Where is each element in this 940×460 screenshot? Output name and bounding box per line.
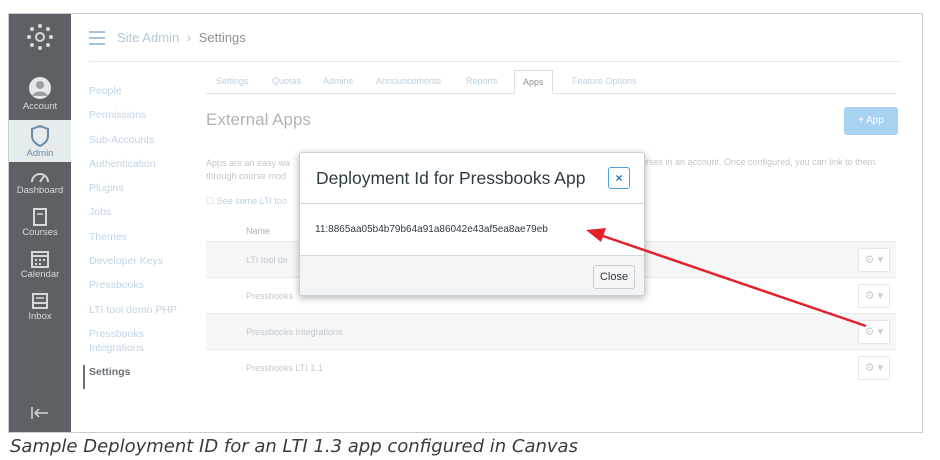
nav-inbox[interactable]: Inbox	[9, 292, 71, 328]
tab-admins[interactable]: Admins	[323, 76, 353, 86]
app-name: Pressbooks Integrations	[246, 327, 343, 337]
tab-feature-options[interactable]: Feature Options	[572, 76, 637, 86]
breadcrumb-current: Settings	[198, 30, 246, 45]
close-button[interactable]: Close	[593, 265, 635, 289]
nav-admin-label: Admin	[26, 148, 54, 159]
nav-calendar[interactable]: Calendar	[9, 250, 71, 286]
nav-account-label: Account	[22, 101, 58, 112]
name-column-header: Name	[246, 226, 271, 236]
subnav-people[interactable]: People	[89, 84, 189, 108]
shield-icon	[31, 125, 49, 147]
modal-close-x-button[interactable]: ×	[608, 167, 630, 189]
canvas-logo-icon	[27, 24, 53, 50]
gear-icon: ⚙ ▾	[864, 326, 884, 338]
gear-icon: ⚙ ▾	[864, 362, 884, 374]
see-some-label: See some LTI too	[216, 196, 287, 206]
tab-quotas[interactable]: Quotas	[272, 76, 301, 86]
nav-calendar-label: Calendar	[20, 269, 60, 280]
description-right: urses in an account. Once configured, yo…	[641, 157, 876, 167]
breadcrumb-site-admin[interactable]: Site Admin	[117, 30, 179, 45]
breadcrumb-bar: Site Admin › Settings	[89, 14, 902, 62]
hamburger-icon[interactable]	[89, 31, 105, 45]
gear-menu-button[interactable]: ⚙ ▾	[858, 248, 890, 272]
global-nav: Account Admin Dashboard Courses Calendar…	[9, 14, 71, 432]
subnav-authentication[interactable]: Authentication	[89, 157, 189, 181]
add-app-button[interactable]: + App	[844, 107, 898, 135]
nav-courses-label: Courses	[22, 227, 58, 238]
subnav-pressbooks-integrations[interactable]: Pressbooks Integrations	[89, 327, 159, 365]
gear-icon: ⚙ ▾	[864, 290, 884, 302]
settings-tabs: Settings Quotas Admins Announcements Rep…	[206, 70, 896, 94]
see-some-lti-tools-link[interactable]: ☐ See some LTI too	[206, 196, 287, 207]
subnav-sub-accounts[interactable]: Sub-Accounts	[89, 133, 189, 157]
table-row: Pressbooks LTI 1.1 ⚙ ▾	[206, 349, 896, 385]
tab-settings[interactable]: Settings	[216, 76, 249, 86]
nav-dashboard-label: Dashboard	[16, 185, 64, 196]
app-name: Pressbooks	[246, 291, 294, 301]
book-icon	[33, 208, 47, 226]
inbox-icon	[32, 293, 48, 309]
account-subnav: People Permissions Sub-Accounts Authenti…	[83, 84, 189, 390]
external-link-icon: ☐	[206, 196, 217, 206]
figure-caption: Sample Deployment ID for an LTI 1.3 app …	[10, 436, 578, 457]
modal-divider	[300, 203, 644, 204]
gear-icon: ⚙ ▾	[864, 254, 884, 266]
collapse-nav-button[interactable]	[9, 406, 71, 426]
subnav-themes[interactable]: Themes	[89, 230, 189, 254]
nav-inbox-label: Inbox	[28, 311, 52, 322]
gear-menu-button[interactable]: ⚙ ▾	[858, 284, 890, 308]
app-name: Pressbooks LTI 1.1	[246, 363, 323, 373]
subnav-plugins[interactable]: Plugins	[89, 181, 189, 205]
subnav-permissions[interactable]: Permissions	[89, 108, 189, 132]
nav-dashboard[interactable]: Dashboard	[9, 168, 71, 204]
breadcrumb: Site Admin › Settings	[117, 30, 246, 45]
account-icon	[29, 77, 51, 99]
deployment-id-modal: Deployment Id for Pressbooks App × 11:88…	[299, 152, 645, 296]
nav-courses[interactable]: Courses	[9, 208, 71, 244]
collapse-icon	[31, 407, 48, 419]
modal-footer: Close	[300, 255, 644, 295]
app-name: LTI tool de	[246, 255, 288, 265]
breadcrumb-separator: ›	[186, 30, 192, 45]
external-apps-title: External Apps	[206, 110, 311, 129]
subnav-developer-keys[interactable]: Developer Keys	[89, 254, 189, 278]
dashboard-icon	[31, 173, 49, 183]
subnav-jobs[interactable]: Jobs	[89, 205, 189, 229]
calendar-icon	[31, 251, 49, 268]
table-row: Pressbooks Integrations ⚙ ▾	[206, 313, 896, 349]
subnav-settings[interactable]: Settings	[83, 364, 189, 390]
deployment-id-value: 11:8865aa05b4b79b64a91a86042e43af5ea8ae7…	[315, 224, 548, 235]
gear-menu-button[interactable]: ⚙ ▾	[858, 320, 890, 344]
subnav-pressbooks[interactable]: Pressbooks	[89, 278, 189, 302]
tab-apps[interactable]: Apps	[514, 70, 553, 94]
modal-title: Deployment Id for Pressbooks App	[316, 168, 586, 188]
tab-reports[interactable]: Reports	[466, 76, 498, 86]
nav-account[interactable]: Account	[9, 76, 71, 118]
canvas-logo[interactable]	[9, 22, 71, 62]
tab-announcements[interactable]: Announcements	[376, 76, 441, 86]
nav-admin[interactable]: Admin	[9, 120, 71, 162]
gear-menu-button[interactable]: ⚙ ▾	[858, 356, 890, 380]
subnav-lti-tool-demo-php[interactable]: LTI tool demo PHP	[89, 303, 189, 327]
